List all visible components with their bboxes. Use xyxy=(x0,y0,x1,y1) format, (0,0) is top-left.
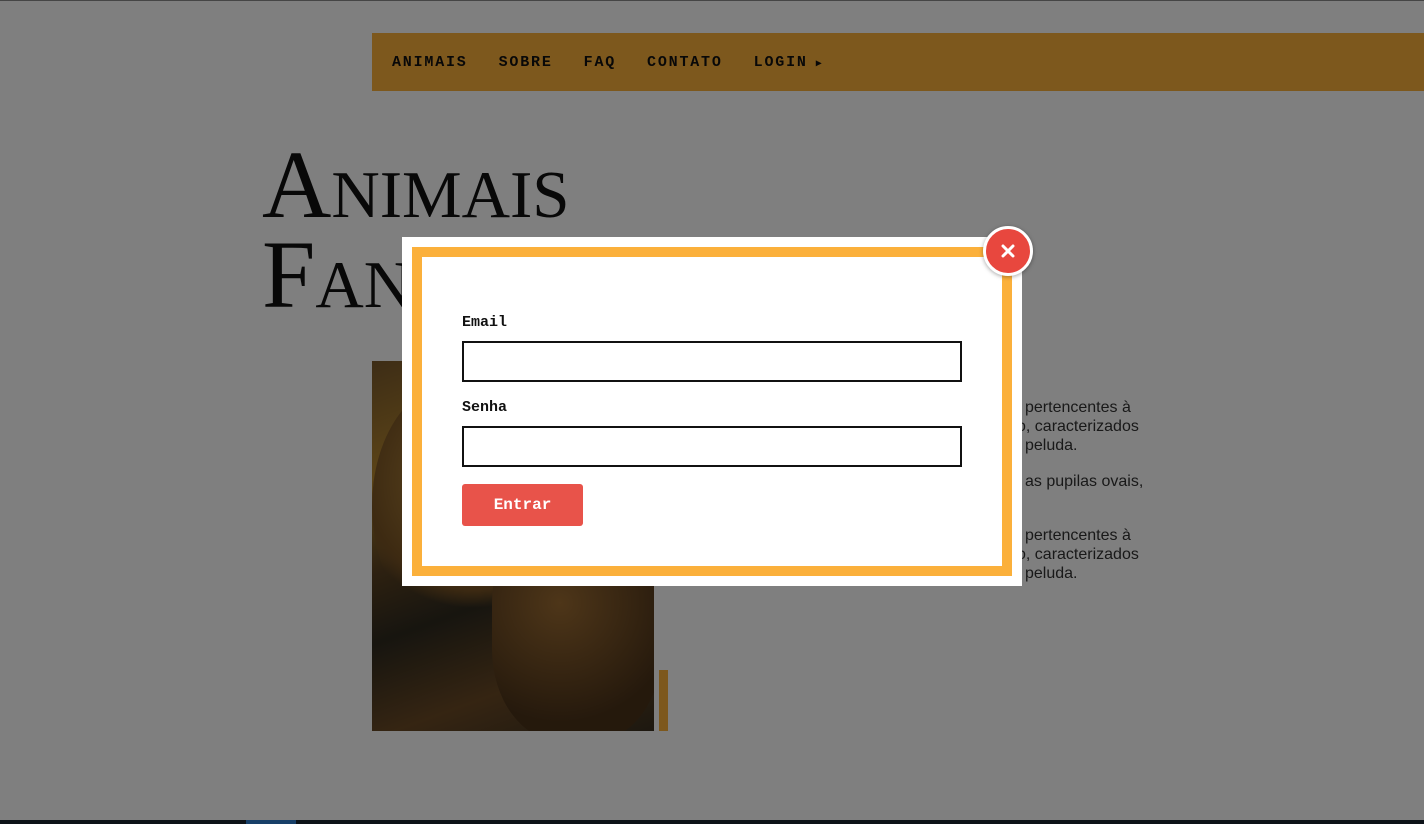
email-input[interactable] xyxy=(462,341,962,382)
password-label: Senha xyxy=(462,399,508,416)
login-submit-button[interactable]: Entrar xyxy=(462,484,583,526)
close-icon xyxy=(1001,244,1015,258)
password-input[interactable] xyxy=(462,426,962,467)
email-label: Email xyxy=(462,314,508,331)
close-modal-button[interactable] xyxy=(983,226,1033,276)
login-modal: Email Senha Entrar xyxy=(402,226,1033,586)
